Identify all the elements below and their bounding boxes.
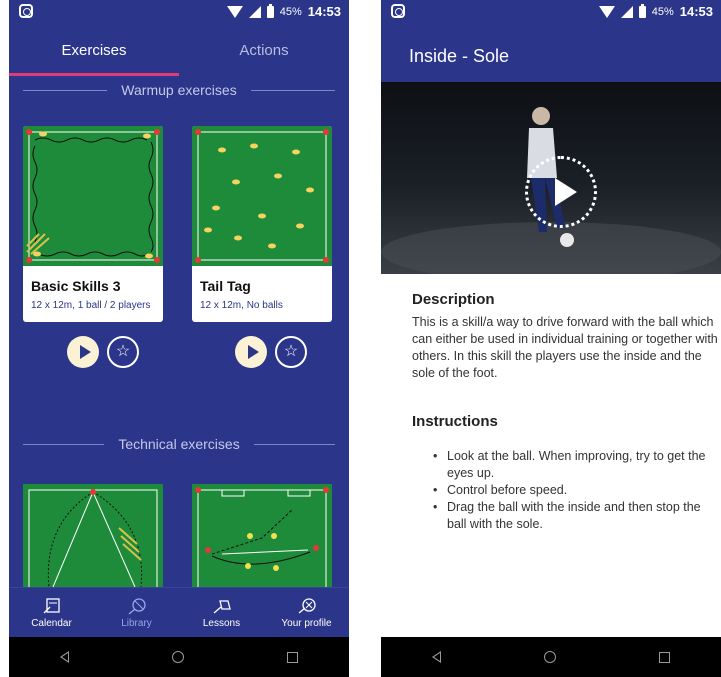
description-heading: Description <box>412 291 495 308</box>
divider <box>23 89 108 91</box>
favorite-star-icon[interactable]: ☆ <box>107 336 139 368</box>
signal-icon <box>248 5 261 18</box>
instructions-heading: Instructions <box>412 413 498 430</box>
section-header-technical: Technical exercises <box>9 434 349 454</box>
home-icon[interactable] <box>171 651 184 663</box>
library-icon <box>128 597 146 614</box>
video-player[interactable] <box>381 82 721 282</box>
exercise-card-basic-skills[interactable]: Basic Skills 3 12 x 12m, 1 ball / 2 play… <box>23 126 163 322</box>
description-text: This is a skill/a way to drive forward w… <box>412 315 718 380</box>
favorite-star-icon[interactable]: ☆ <box>275 336 307 368</box>
clock: 14:53 <box>307 4 341 19</box>
field-diagram-technical-2 <box>195 487 329 587</box>
battery-icon <box>638 3 646 18</box>
android-navigation-bar <box>381 637 721 677</box>
profile-icon <box>298 597 316 613</box>
section-header-warmup: Warmup exercises <box>9 80 349 100</box>
card-subtitle: 12 x 12m, 1 ball / 2 players <box>31 300 151 311</box>
list-item: Control before speed. <box>433 482 721 499</box>
card-subtitle: 12 x 12m, No balls <box>200 300 283 311</box>
status-right: 45% 14:53 <box>598 3 713 19</box>
nav-label: Calendar <box>31 617 72 629</box>
list-item: Look at the ball. When improving, try to… <box>433 448 721 482</box>
status-bar: 45% 14:53 <box>381 0 721 24</box>
back-icon[interactable] <box>60 651 70 663</box>
battery-level: 45% <box>651 5 674 18</box>
nav-your-profile[interactable]: Your profile <box>264 588 349 637</box>
field-diagram-technical-1 <box>28 489 158 587</box>
wifi-icon <box>598 5 615 18</box>
battery-level: 45% <box>279 5 302 18</box>
nav-library[interactable]: Library <box>94 588 179 637</box>
calendar-icon <box>43 597 60 613</box>
page-title: Inside - Sole <box>381 24 721 82</box>
tab-bar: Exercises Actions <box>9 24 349 76</box>
instructions-list: Look at the ball. When improving, try to… <box>433 448 721 532</box>
lessons-icon <box>213 599 231 613</box>
tab-indicator <box>9 73 179 76</box>
card-title: Tail Tag <box>200 278 251 294</box>
exercise-card-technical-2[interactable] <box>192 484 332 587</box>
exercise-diagram <box>192 126 332 266</box>
field-diagram-basic-skills <box>26 129 160 263</box>
play-button-tail-tag[interactable] <box>235 336 267 368</box>
recent-apps-icon[interactable] <box>658 651 670 663</box>
instagram-icon <box>391 4 405 18</box>
wifi-icon <box>226 5 243 18</box>
signal-icon <box>620 5 633 18</box>
exercise-diagram <box>23 126 163 266</box>
section-title: Technical exercises <box>118 436 240 452</box>
instagram-icon <box>19 4 33 18</box>
play-button-basic-skills[interactable] <box>67 336 99 368</box>
status-right: 45% 14:53 <box>226 3 341 19</box>
divider <box>23 443 105 445</box>
play-video-icon[interactable] <box>525 156 597 228</box>
nav-calendar[interactable]: Calendar <box>9 588 94 637</box>
home-icon[interactable] <box>543 651 556 663</box>
exercise-card-technical-1[interactable] <box>23 484 163 587</box>
bottom-navigation: Calendar Library Lessons Your profile <box>9 587 349 637</box>
tab-actions[interactable]: Actions <box>179 24 349 76</box>
status-bar: 45% 14:53 <box>9 0 349 24</box>
nav-label: Your profile <box>281 617 332 629</box>
exercise-detail-screen: 45% 14:53 Inside - Sole Description This… <box>381 0 721 677</box>
divider <box>253 443 336 445</box>
nav-label: Library <box>121 617 152 629</box>
android-navigation-bar <box>9 637 349 677</box>
list-item: Drag the ball with the inside and then s… <box>433 499 721 533</box>
nav-label: Lessons <box>202 617 241 629</box>
battery-icon <box>266 3 274 18</box>
field-diagram-tail-tag <box>195 129 329 263</box>
section-title: Warmup exercises <box>121 82 237 98</box>
clock: 14:53 <box>679 4 713 19</box>
nav-lessons[interactable]: Lessons <box>179 588 264 637</box>
recent-apps-icon[interactable] <box>286 651 298 663</box>
back-icon[interactable] <box>432 651 442 663</box>
divider <box>250 89 335 91</box>
exercise-card-tail-tag[interactable]: Tail Tag 12 x 12m, No balls <box>192 126 332 322</box>
tab-exercises[interactable]: Exercises <box>9 24 179 76</box>
library-screen: 45% 14:53 Exercises Actions Warmup exerc… <box>9 0 349 677</box>
card-title: Basic Skills 3 <box>31 278 121 294</box>
